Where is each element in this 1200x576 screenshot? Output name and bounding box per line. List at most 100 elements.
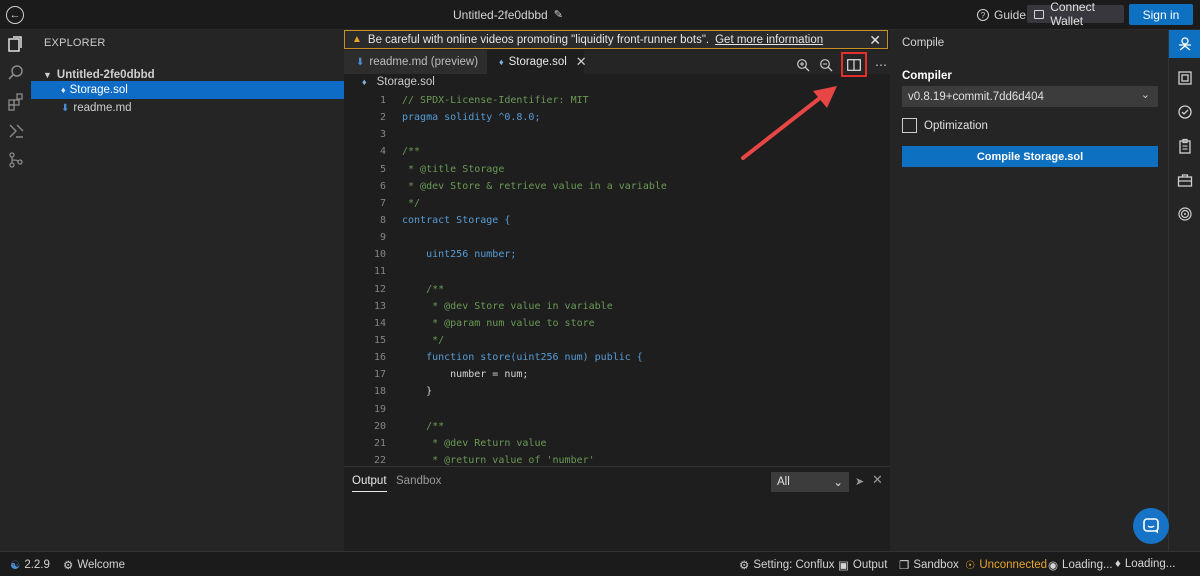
output-toggle-button[interactable]: ▣ Output [838,558,887,572]
database-icon: ☯ [10,560,21,572]
search-icon[interactable] [6,63,26,83]
chevron-down-icon: ▼ [43,70,52,80]
solidity-file-icon: ♦ [362,77,367,87]
guide-button[interactable]: ? Guide [977,8,1026,22]
network-setting-button[interactable]: ⚙ Setting: Conflux [739,558,835,572]
warning-banner: ▲ Be careful with online videos promotin… [344,30,888,49]
tab-storage-sol[interactable]: ♦ Storage.sol ✕ [487,50,587,74]
tab-label: readme.md (preview) [369,56,479,68]
optimization-label: Optimization [924,119,988,132]
annotation-arrow [741,86,837,160]
clipboard-icon[interactable] [1169,132,1200,160]
close-icon[interactable]: ✕ [869,32,881,48]
chat-support-button[interactable] [1133,508,1169,544]
edit-pencil-icon[interactable]: ✎ [554,10,564,21]
close-tab-icon[interactable]: ✕ [576,54,587,70]
extensions-icon[interactable] [6,92,26,112]
tab-sandbox[interactable]: Sandbox [396,475,441,487]
sign-in-button[interactable]: Sign in [1129,4,1193,25]
code-line: 14 * @param num value to store [373,317,595,329]
output-filter-select[interactable]: All ⌄ [771,472,849,492]
code-line: 7 */ [379,197,421,209]
activity-bar [0,30,31,551]
tab-output[interactable]: Output [352,475,387,492]
file-item-label: readme.md [73,102,132,114]
code-line: 16 function store(uint256 num) public { [373,352,643,364]
cube-icon: ❐ [899,560,910,572]
fingerprint-icon[interactable] [1169,200,1200,228]
compiler-version-select[interactable]: v0.8.19+commit.7dd6d404 ⌄ [902,86,1158,107]
zoom-out-icon[interactable] [817,56,835,74]
compile-icon[interactable] [1169,30,1200,58]
network-icon: ⚙ [739,560,750,572]
code-line: 19 [373,403,386,415]
project-folder-label: Untitled-2fe0dbbd [56,69,155,81]
code-line: 10 uint256 number; [373,249,517,261]
connection-label: Unconnected [979,559,1048,571]
network-setting-label: Setting: Conflux [753,559,835,571]
code-line: 6 * @dev Store & retrieve value in a var… [379,180,667,192]
connect-wallet-button[interactable]: Connect Wallet [1027,0,1124,28]
loading-icon: ◉ [1048,560,1059,572]
back-icon[interactable]: ← [6,6,24,24]
panel-title: Compile [902,37,945,49]
project-title-text: Untitled-2fe0dbbd [453,8,548,22]
connection-status[interactable]: ☉ Unconnected [965,558,1047,572]
split-editor-icon [847,58,861,71]
project-title: Untitled-2fe0dbbd ✎ [453,8,564,22]
file-item-storage-sol[interactable]: ♦ Storage.sol [31,81,344,99]
source-control-icon[interactable] [6,150,26,170]
warning-text: Be careful with online videos promoting … [367,33,710,46]
tab-readme-preview[interactable]: ⬇ readme.md (preview) [344,50,487,74]
more-actions-icon[interactable]: ⋯ [872,56,890,74]
globe-icon: ☉ [965,560,976,572]
loading-label: Loading... [1062,559,1113,571]
output-panel: Output Sandbox All ⌄ ➤ ✕ [344,466,890,551]
connect-wallet-label: Connect Wallet [1050,0,1095,28]
sandbox-button[interactable]: ❐ Sandbox [899,558,959,572]
compiler-label: Compiler [902,70,952,82]
file-item-readme[interactable]: ⬇ readme.md [31,99,344,117]
warning-link[interactable]: Get more information [715,34,823,46]
breadcrumb: ♦ Storage.sol [362,76,435,88]
code-line: 8 contract Storage { [379,214,511,226]
chat-icon [1143,518,1159,534]
clear-output-icon[interactable]: ➤ [855,475,864,488]
code-line: 21 * @dev Return value [373,437,547,449]
solidity-file-icon: ♦ [499,57,504,67]
chevron-down-icon: ⌄ [833,477,843,489]
close-icon[interactable]: ✕ [872,472,883,488]
code-line: 15 */ [373,334,445,346]
debug-icon[interactable] [6,121,26,141]
status-bar: ☯ 2.2.9 ⚙ Welcome ⚙ Setting: Conflux ▣ O… [0,551,1200,576]
warning-icon: ▲ [352,34,362,45]
breadcrumb-file[interactable]: Storage.sol [377,76,435,88]
help-icon: ? [977,9,989,21]
ethereum-icon: ♦ [1115,558,1121,570]
split-editor-button[interactable] [841,52,867,77]
welcome-icon: ⚙ [63,560,74,572]
compile-button[interactable]: Compile Storage.sol [902,146,1158,167]
toolbox-icon[interactable] [1169,166,1200,194]
compiler-version-value: v0.8.19+commit.7dd6d404 [908,90,1044,103]
top-bar: ← Untitled-2fe0dbbd ✎ ? Guide Connect Wa… [0,0,1200,30]
output-filter-value: All [777,476,790,488]
welcome-button[interactable]: ⚙ Welcome [63,558,125,572]
editor-toolbar: ⋯ [794,52,890,77]
deploy-icon[interactable] [1169,64,1200,92]
output-label: Output [852,559,888,571]
zoom-in-icon[interactable] [794,56,812,74]
tab-label: Storage.sol [508,56,567,68]
chevron-down-icon: ⌄ [1140,89,1150,101]
code-line: 12 /** [373,283,445,295]
files-icon[interactable] [6,34,26,54]
checkbox-box[interactable] [902,118,917,133]
markdown-file-icon: ⬇ [356,56,365,68]
terminal-icon: ▣ [838,560,849,572]
markdown-file-icon: ⬇ [61,102,70,114]
explorer-title: EXPLORER [44,37,106,49]
code-line: 20 /** [373,420,445,432]
version-label: 2.2.9 [24,559,50,571]
optimization-checkbox[interactable]: Optimization [902,118,988,133]
verify-icon[interactable] [1169,98,1200,126]
